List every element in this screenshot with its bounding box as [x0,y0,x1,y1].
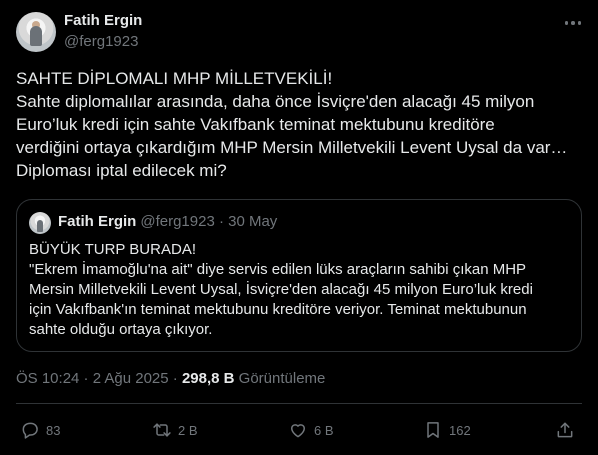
tweet-line: Diploması iptal edilecek mi? [16,161,227,180]
quote-avatar-figure [37,220,43,232]
bookmark-button[interactable]: 162 [423,418,471,442]
avatar[interactable] [16,12,56,52]
retweet-icon [153,423,171,437]
quote-meta: @ferg1923 · 30 May [140,213,278,230]
share-button[interactable] [555,418,575,442]
quote-text: BÜYÜK TURP BURADA! "Ekrem İmamoğlu'na ai… [29,240,574,340]
quote-header: Fatih Ergin @ferg1923 · 30 May [58,213,277,230]
timestamp[interactable]: ÖS 10:24 · 2 Ağu 2025 · [16,370,182,387]
author-name[interactable]: Fatih Ergin [64,12,142,29]
author-handle[interactable]: @ferg1923 [64,33,138,50]
quote-line: için Vakıfbank'ın teminat mektubunu kred… [29,301,527,318]
reply-count: 83 [46,422,61,438]
quote-line: BÜYÜK TURP BURADA! [29,241,196,258]
like-button[interactable]: 6 B [288,418,334,442]
heart-icon [291,424,305,438]
tweet-meta: ÖS 10:24 · 2 Ağu 2025 · 298,8 B Görüntül… [16,370,325,387]
more-dot [571,21,575,25]
more-options-icon[interactable] [562,14,584,32]
tweet: Fatih Ergin @ferg1923 SAHTE DİPLOMALI MH… [0,0,598,455]
retweet-button[interactable]: 2 B [152,418,198,442]
tweet-line: verdiğini ortaya çıkardığım MHP Mersin M… [16,138,568,157]
retweet-count: 2 B [178,422,198,438]
quote-line: Mersin Milletvekili Levent Uysal, İsviçr… [29,281,533,298]
bookmark-icon [427,422,439,438]
avatar-figure [30,26,42,46]
more-dot [564,21,569,25]
reply-button[interactable]: 83 [20,418,60,442]
tweet-text: SAHTE DİPLOMALI MHP MİLLETVEKİLİ! Sahte … [16,67,586,182]
divider [16,403,582,404]
bookmark-count: 162 [449,422,471,438]
quote-author-name: Fatih Ergin [58,213,137,230]
reply-icon [22,422,38,439]
quote-line: sahte olduğu ortaya çıkıyor. [29,321,213,338]
more-dot [577,21,582,25]
tweet-line: SAHTE DİPLOMALI MHP MİLLETVEKİLİ! [16,69,333,88]
quote-avatar [29,212,51,234]
action-bar: 83 2 B 6 B 162 [16,412,582,448]
views-label: Görüntüleme [234,370,326,387]
view-count: 298,8 B [181,370,235,387]
like-count: 6 B [314,422,334,438]
share-icon [557,422,573,438]
tweet-line: Sahte diplomalılar arasında, daha önce İ… [16,92,535,111]
tweet-line: Euro’luk kredi için sahte Vakıfbank temi… [16,115,495,134]
quoted-tweet[interactable]: Fatih Ergin @ferg1923 · 30 May BÜYÜK TURP… [16,199,582,352]
quote-line: "Ekrem İmamoğlu'na ait" diye servis edil… [29,261,527,278]
